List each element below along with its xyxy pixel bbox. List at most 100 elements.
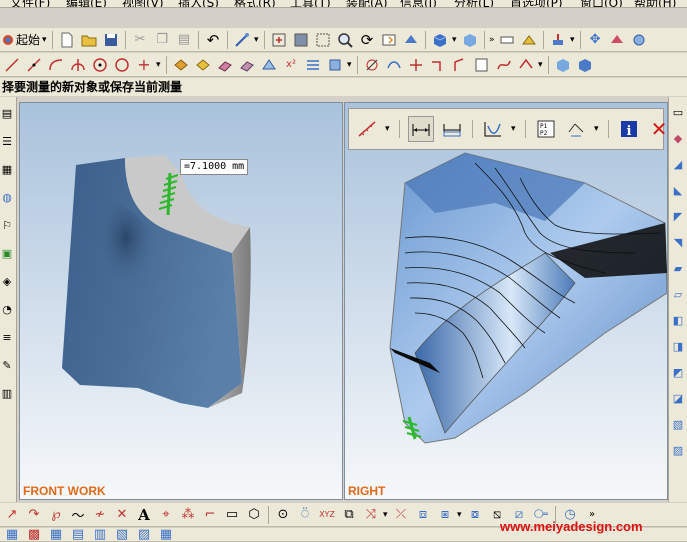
start-button[interactable]: 起始 ▾ [2,30,48,50]
open-folder-icon[interactable] [79,30,99,50]
join-curve-icon[interactable] [384,55,404,75]
paste-icon[interactable]: ▤ [174,30,194,50]
dropdown-icon[interactable]: ▾ [347,60,353,70]
surface-icon[interactable] [607,30,627,50]
feature-tool-icon[interactable]: ▨ [134,528,154,541]
fit-view-icon[interactable] [269,30,289,50]
trim-curve-icon[interactable] [428,55,448,75]
face-palette-icon[interactable]: ◣ [669,179,687,201]
measure-span-icon[interactable] [440,117,464,141]
curve-leader-icon[interactable]: ↷ [24,505,44,525]
zoom-icon[interactable] [335,30,355,50]
point-set-icon[interactable]: ⁂ [178,505,198,525]
split-curve-icon[interactable] [406,55,426,75]
pan-icon[interactable] [379,30,399,50]
curve-tools-icon[interactable]: ⧇ [465,505,485,525]
timer-icon[interactable]: ◔ [0,297,14,321]
extrude-icon[interactable] [171,55,191,75]
break-line-icon[interactable]: ≁ [90,505,110,525]
dropdown-icon[interactable]: ▾ [385,124,391,134]
feature-tool-icon[interactable]: ▥ [90,528,110,541]
revolve-icon[interactable] [193,55,213,75]
clip-section-icon[interactable] [497,30,517,50]
symbol-icon[interactable]: ℘ [46,505,66,525]
dropdown-icon[interactable]: ▾ [383,510,389,520]
body-palette-icon[interactable]: ◢ [669,153,687,175]
text-icon[interactable]: A [134,505,154,525]
coordinate-icon[interactable]: XYZ [317,505,337,525]
show-hide-icon[interactable] [553,55,573,75]
save-icon[interactable] [101,30,121,50]
dropdown-icon[interactable]: ▾ [511,124,517,134]
navigator-icon[interactable]: ▤ [0,101,14,125]
menu-edit[interactable]: 编辑(E) [66,0,107,7]
surface-palette-icon[interactable]: ◆ [669,127,687,149]
circle-center-icon[interactable] [90,55,110,75]
blank-icon[interactable] [575,55,595,75]
snap-options-icon[interactable]: ✥ [585,30,605,50]
shell-palette-icon[interactable]: ◧ [669,309,687,331]
menu-insert[interactable]: 插入(S) [178,0,219,7]
menu-file[interactable]: 文件(F) [10,0,50,7]
library-icon[interactable]: ▣ [0,241,14,265]
front-work-viewport[interactable]: =7.1000 mm FRONT WORK [19,102,343,500]
feature-tool-icon[interactable]: ▦ [46,528,66,541]
view-orient-icon[interactable] [460,30,480,50]
leader-line-icon[interactable]: ↗ [2,505,22,525]
zoom-box-icon[interactable] [291,30,311,50]
copy-icon[interactable]: ❐ [152,30,172,50]
feature-tool-icon[interactable]: ▦ [2,528,22,541]
feature-tool-icon[interactable]: ▦ [156,528,176,541]
dropdown-icon[interactable]: ▾ [570,35,576,45]
helix-icon[interactable]: ⍥ [295,505,315,525]
bolt-circle-icon[interactable]: ⌖ [156,505,176,525]
cut-icon[interactable]: ✂ [130,30,150,50]
zoom-area-icon[interactable] [313,30,333,50]
measure-angle-icon[interactable] [481,117,505,141]
scale-palette-icon[interactable]: ▧ [669,413,687,435]
arc-icon[interactable] [46,55,66,75]
close-icon[interactable]: ✕ [647,117,671,141]
through-curves-icon[interactable] [303,55,323,75]
sew-palette-icon[interactable]: ◨ [669,335,687,357]
menu-preferences[interactable]: 首选项(P) [510,0,563,7]
toolbar-overflow-icon[interactable]: » [489,35,495,45]
list-icon[interactable]: ≡ [0,325,14,349]
line-point-icon[interactable] [24,55,44,75]
edge-palette-icon[interactable]: ◤ [669,205,687,227]
dropdown-icon[interactable]: ▾ [156,60,162,70]
trim-body-icon[interactable]: x² [281,55,301,75]
rectangle-icon[interactable]: ▭ [222,505,242,525]
assembly-icon[interactable] [548,30,568,50]
panel-icon[interactable]: ▭ [669,101,687,123]
layer-settings-icon[interactable] [519,30,539,50]
menu-tools[interactable]: 工具(T) [290,0,331,7]
feature-tool-icon[interactable]: ▤ [68,528,88,541]
menu-analysis[interactable]: 分析(L) [454,0,494,7]
smooth-curve-icon[interactable] [494,55,514,75]
dropdown-icon[interactable]: ▾ [594,124,600,134]
offset-curve-icon[interactable]: ⤫ [391,505,411,525]
rotate-icon[interactable]: ⟳ [357,30,377,50]
menu-view[interactable]: 视图(V) [122,0,164,7]
dropdown-icon[interactable]: ▾ [452,35,458,45]
point-to-point-icon[interactable]: P1 P2 [534,117,558,141]
draft-palette-icon[interactable]: ◥ [669,231,687,253]
render-style-icon[interactable] [430,30,450,50]
feature-icon[interactable] [629,30,649,50]
command-finder-icon[interactable] [232,30,252,50]
undo-icon[interactable]: ↶ [203,30,223,50]
circle-icon[interactable] [112,55,132,75]
corner-icon[interactable] [450,55,470,75]
polygon-icon[interactable]: ⬡ [244,505,264,525]
patch-palette-icon[interactable]: ◩ [669,361,687,383]
project-curve-icon[interactable]: ⧉ [339,505,359,525]
new-file-icon[interactable] [57,30,77,50]
bridge-curve-icon[interactable] [516,55,536,75]
thicken-palette-icon[interactable]: ▱ [669,283,687,305]
point-icon[interactable]: + [134,55,154,75]
menu-format[interactable]: 格式(R) [234,0,276,7]
offset-palette-icon[interactable]: ▰ [669,257,687,279]
extract-curve-icon[interactable]: ⧈ [413,505,433,525]
loft-icon[interactable] [237,55,257,75]
